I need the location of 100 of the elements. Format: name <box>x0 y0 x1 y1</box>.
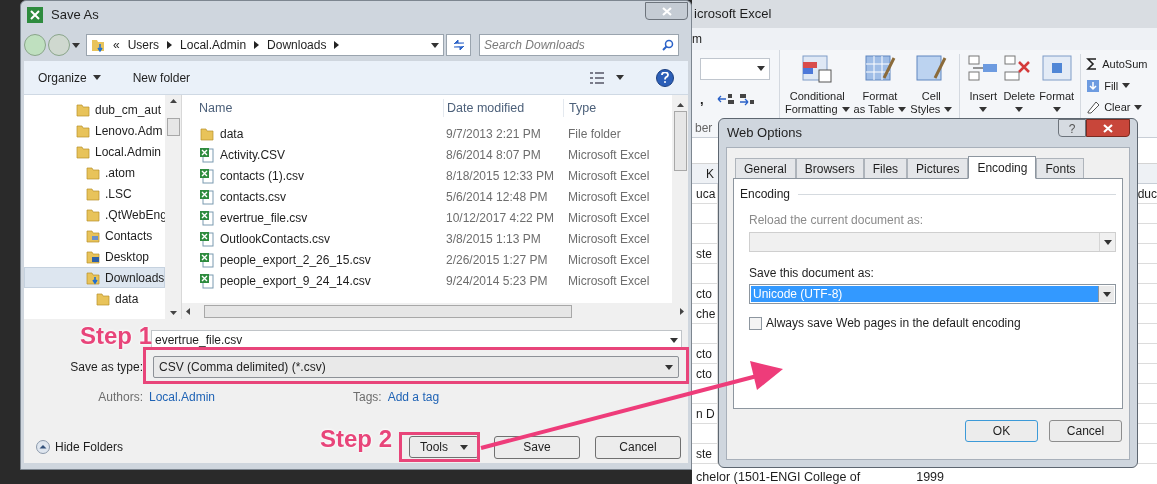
eraser-icon <box>1086 100 1101 115</box>
nav-item[interactable]: dub_cm_aut <box>24 99 165 120</box>
default-encoding-checkbox[interactable]: Always save Web pages in the default encoding <box>749 314 1116 332</box>
table-brush-icon <box>863 54 896 84</box>
help-button[interactable] <box>656 68 674 87</box>
list-view-icon <box>590 71 604 84</box>
forward-button[interactable] <box>48 34 70 56</box>
nav-item[interactable]: Downloads <box>24 267 165 288</box>
breadcrumb-overflow[interactable]: « <box>113 36 120 54</box>
column-header: K <box>706 165 714 183</box>
cancel-button[interactable]: Cancel <box>595 435 681 459</box>
caret-icon <box>616 75 624 80</box>
hide-folders-button[interactable]: Hide Folders <box>36 438 124 456</box>
highlighted-grid-icon <box>801 54 834 84</box>
file-row[interactable]: Activity.CSV 8/6/2014 8:07 PM Microsoft Excel <box>182 144 672 165</box>
column-header[interactable]: Name <box>182 98 443 118</box>
address-bar[interactable]: « Users Local.Admin Downloads <box>86 34 444 56</box>
table-cell-text: chelor ( <box>695 470 738 484</box>
file-row[interactable]: contacts (1).csv 8/18/2015 12:33 PM Microsoft Excel <box>182 165 672 186</box>
ribbon-button[interactable]: Format as Table <box>852 54 908 116</box>
window-title: Save As <box>51 6 99 25</box>
spreadsheet-file-icon <box>199 272 215 289</box>
ribbon-button[interactable]: Format <box>1038 54 1076 116</box>
close-button[interactable] <box>1086 119 1130 137</box>
ribbon-button[interactable]: Clear <box>1086 99 1148 116</box>
column-header[interactable]: Date modified <box>443 98 563 118</box>
scroll-thumb[interactable] <box>204 304 572 318</box>
tab[interactable]: Files <box>863 158 908 178</box>
file-row[interactable]: people_export_2_26_15.csv 2/26/2015 1:27 PM Microsoft Excel <box>182 249 672 270</box>
table-cell-text: uca <box>696 185 716 203</box>
file-row[interactable]: OutlookContacts.csv 3/8/2015 1:13 PM Microsoft Excel <box>182 228 672 249</box>
desktop-folder-icon <box>85 248 101 265</box>
ribbon-button[interactable]: Cell Styles <box>909 54 954 116</box>
ribbon-button[interactable]: Conditional Formatting <box>784 54 851 116</box>
nav-item[interactable]: Local.Admin <box>24 141 165 162</box>
cell-brush-icon <box>915 54 948 84</box>
checkbox[interactable] <box>749 316 762 330</box>
scroll-thumb[interactable] <box>166 118 180 136</box>
nav-item[interactable]: Lenovo.Adm <box>24 120 165 141</box>
ribbon-button[interactable]: Fill <box>1086 77 1148 94</box>
table-cell-text: 1999 <box>915 470 944 484</box>
breadcrumb-item[interactable]: Users <box>127 36 160 54</box>
dropdown-caret-icon <box>431 42 439 48</box>
spreadsheet-app-icon <box>27 7 43 23</box>
caret-icon <box>670 337 678 343</box>
file-row[interactable]: contacts.csv 5/6/2014 12:48 PM Microsoft Excel <box>182 186 672 207</box>
nav-item[interactable]: .atom <box>24 162 165 183</box>
table-cell-text: n D <box>696 405 715 423</box>
column-header[interactable]: Type <box>563 98 658 118</box>
authors-link[interactable]: Local.Admin <box>147 388 353 406</box>
save-button[interactable]: Save <box>494 435 580 459</box>
caret-icon <box>1134 104 1143 110</box>
caret-icon <box>944 107 953 112</box>
tools-button[interactable]: Tools <box>409 436 479 458</box>
scrollbar[interactable] <box>182 303 688 319</box>
tab[interactable]: General <box>735 158 796 178</box>
number-format-dropdown[interactable] <box>700 58 770 80</box>
ok-button[interactable]: OK <box>965 420 1038 442</box>
caret-icon <box>1122 83 1131 89</box>
table-cell-text: duc <box>1137 185 1157 203</box>
scrollbar[interactable] <box>672 95 688 303</box>
nav-item[interactable]: Contacts <box>24 225 165 246</box>
breadcrumb-item[interactable]: Local.Admin <box>180 36 247 54</box>
caret-icon <box>1102 291 1111 297</box>
ribbon-button[interactable]: Delete <box>1002 54 1037 116</box>
comma-style-button[interactable]: , <box>700 89 704 109</box>
tab[interactable]: Fonts <box>1036 158 1085 178</box>
tags-link[interactable]: Add a tag <box>387 388 440 406</box>
file-type-dropdown[interactable]: CSV (Comma delimited) (*.csv) <box>153 356 679 378</box>
spreadsheet-file-icon <box>199 167 215 184</box>
nav-item[interactable]: .LSC <box>24 183 165 204</box>
nav-item[interactable]: Desktop <box>24 246 165 267</box>
nav-item[interactable]: data <box>24 288 165 309</box>
view-options-button[interactable] <box>590 71 624 84</box>
back-button[interactable] <box>24 34 46 56</box>
file-name-field[interactable]: evertrue_file.csv <box>151 330 682 350</box>
cancel-button[interactable]: Cancel <box>1049 420 1122 442</box>
tab[interactable]: Encoding <box>968 156 1037 179</box>
new-folder-button[interactable]: New folder <box>132 68 191 87</box>
tab[interactable]: Pictures <box>907 158 969 178</box>
folder-icon <box>85 206 101 223</box>
help-button[interactable]: ? <box>1058 119 1086 137</box>
chevron-right-icon <box>254 41 260 49</box>
scroll-thumb[interactable] <box>673 111 687 171</box>
file-row[interactable]: evertrue_file.csv 10/12/2017 4:22 PM Microsoft Excel <box>182 207 672 228</box>
ribbon-tab[interactable]: m <box>692 30 702 48</box>
tab[interactable]: Browsers <box>795 158 864 178</box>
file-row[interactable]: data 9/7/2013 2:21 PM File folder <box>182 123 672 144</box>
nav-item[interactable]: .QtWebEng <box>24 204 165 225</box>
refresh-button[interactable] <box>446 34 471 56</box>
ribbon-button[interactable]: Insert <box>966 54 1001 116</box>
organize-button[interactable]: Organize <box>38 68 101 87</box>
table-cell-text: ste <box>696 245 712 263</box>
breadcrumb-item[interactable]: Downloads <box>267 36 327 54</box>
scrollbar[interactable] <box>165 95 182 319</box>
ribbon-button[interactable]: AutoSum <box>1086 56 1148 73</box>
search-field[interactable]: Search Downloads <box>479 34 679 56</box>
close-button[interactable] <box>645 2 688 20</box>
fill-down-icon <box>1086 78 1101 93</box>
file-row[interactable]: people_export_9_24_14.csv 9/24/2014 5:23 PM Microsoft Excel <box>182 270 672 291</box>
